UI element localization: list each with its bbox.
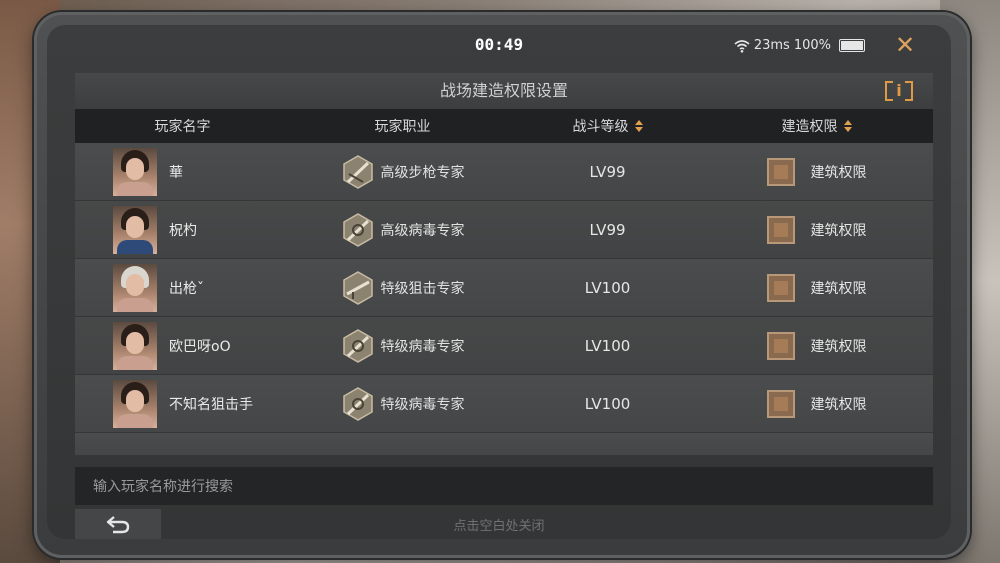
permission-label: 建筑权限 [810, 164, 867, 181]
player-avatar [113, 147, 157, 196]
sort-icon [843, 120, 852, 132]
permission-label: 建筑权限 [810, 338, 867, 355]
build-permission-checkbox[interactable] [766, 273, 795, 302]
player-avatar [113, 379, 157, 428]
tablet-frame: 00:49 23ms 100% ✕ 战场建造权限设置 i 玩家名字 玩家职业 战… [34, 12, 970, 558]
build-permission-checkbox[interactable] [766, 215, 795, 244]
player-name: 柷杓 [169, 222, 197, 239]
player-list[interactable]: 華 高级步枪专家 LV99 建筑权限 柷杓 高级病毒专家 LV99 建筑权限 出… [75, 143, 933, 467]
player-level: LV99 [589, 162, 626, 181]
permission-label: 建筑权限 [810, 280, 867, 297]
build-permission-checkbox[interactable] [766, 157, 795, 186]
close-hint: 点击空白处关闭 [453, 519, 545, 534]
back-button[interactable] [75, 509, 161, 539]
table-row: 不知名狙击手 特级病毒专家 LV100 建筑权限 [75, 375, 933, 432]
table-row: 華 高级步枪专家 LV99 建筑权限 [75, 143, 933, 200]
profession-badge-icon [342, 154, 373, 189]
build-permission-checkbox[interactable] [766, 331, 795, 360]
back-arrow-icon [106, 516, 130, 534]
player-avatar [113, 321, 157, 370]
permission-label: 建筑权限 [810, 222, 867, 239]
table-row-partial [75, 433, 933, 455]
column-combat-level[interactable]: 战斗等级 [515, 116, 700, 136]
build-permission-panel: 战场建造权限设置 i 玩家名字 玩家职业 战斗等级 建造权限 華 高级步枪专家 … [75, 73, 933, 505]
permission-label: 建筑权限 [810, 396, 867, 413]
column-player-name: 玩家名字 [154, 119, 211, 135]
info-icon: i [896, 81, 902, 100]
search-placeholder: 输入玩家名称进行搜索 [93, 479, 233, 495]
player-profession: 高级病毒专家 [380, 222, 465, 239]
battery-icon [839, 39, 865, 52]
footer-bar: 点击空白处关闭 [47, 509, 951, 539]
player-name: 出枪ˇ [169, 280, 204, 297]
player-avatar [113, 205, 157, 254]
sort-icon [634, 120, 643, 132]
column-profession: 玩家职业 [374, 119, 431, 135]
status-bar: 23ms 100% [734, 38, 865, 53]
wifi-icon [734, 39, 750, 53]
battery-percent: 100% [793, 38, 831, 53]
close-button[interactable]: ✕ [891, 31, 919, 59]
profession-badge-icon [342, 212, 373, 247]
player-profession: 特级狙击专家 [380, 280, 465, 297]
table-row: 出枪ˇ 特级狙击专家 LV100 建筑权限 [75, 259, 933, 316]
player-profession: 特级病毒专家 [380, 338, 465, 355]
table-header: 玩家名字 玩家职业 战斗等级 建造权限 [75, 109, 933, 143]
player-profession: 高级步枪专家 [380, 164, 465, 181]
player-level: LV100 [584, 278, 631, 297]
close-icon: ✕ [894, 31, 916, 59]
table-row: 欧巴呀oO 特级病毒专家 LV100 建筑权限 [75, 317, 933, 374]
panel-title-bar: 战场建造权限设置 i [75, 73, 933, 109]
tablet-screen: 00:49 23ms 100% ✕ 战场建造权限设置 i 玩家名字 玩家职业 战… [47, 25, 951, 539]
profession-badge-icon [342, 328, 373, 363]
panel-title: 战场建造权限设置 [439, 81, 568, 100]
player-name: 華 [169, 164, 183, 181]
player-level: LV100 [584, 394, 631, 413]
player-search-input[interactable]: 输入玩家名称进行搜索 [75, 467, 933, 505]
player-avatar [113, 263, 157, 312]
profession-badge-icon [342, 270, 373, 305]
build-permission-checkbox[interactable] [766, 389, 795, 418]
player-name: 不知名狙击手 [169, 396, 253, 413]
player-profession: 特级病毒专家 [380, 396, 465, 413]
player-level: LV99 [589, 220, 626, 239]
ping-value: 23ms [753, 38, 790, 53]
column-build-permission[interactable]: 建造权限 [700, 116, 933, 136]
profession-badge-icon [342, 386, 373, 421]
player-name: 欧巴呀oO [169, 338, 231, 355]
player-level: LV100 [584, 336, 631, 355]
info-button[interactable]: i [885, 79, 913, 103]
table-row: 柷杓 高级病毒专家 LV99 建筑权限 [75, 201, 933, 258]
